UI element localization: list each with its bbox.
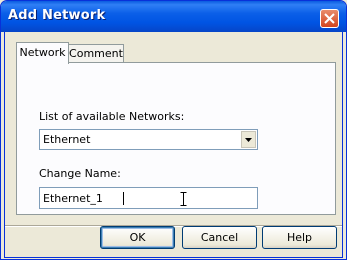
network-dropdown-value: Ethernet (43, 133, 91, 146)
cancel-button[interactable]: Cancel (182, 226, 257, 249)
title-bar[interactable]: Add Network (1, 1, 346, 32)
chevron-down-icon (245, 138, 252, 142)
networks-list-label: List of available Networks: (39, 110, 185, 123)
window-title: Add Network (8, 8, 106, 23)
text-caret (123, 192, 124, 205)
dialog-body: Network Comment List of available Networ… (4, 32, 343, 258)
change-name-label: Change Name: (39, 167, 121, 180)
tab-comment[interactable]: Comment (68, 44, 124, 63)
ok-button[interactable]: OK (100, 226, 175, 249)
ibeam-cursor-icon (180, 192, 187, 206)
network-dropdown[interactable]: Ethernet (39, 129, 258, 150)
tab-network[interactable]: Network (16, 42, 69, 64)
add-network-dialog: Add Network Network Comment List of avai… (0, 0, 347, 260)
close-button[interactable] (320, 9, 339, 28)
close-icon (324, 13, 335, 24)
dropdown-arrow-button[interactable] (241, 131, 256, 148)
change-name-field[interactable]: Ethernet_1 (39, 187, 258, 209)
network-tab-panel: List of available Networks: Ethernet Cha… (16, 62, 336, 215)
help-button[interactable]: Help (262, 226, 337, 249)
change-name-value: Ethernet_1 (43, 192, 103, 205)
